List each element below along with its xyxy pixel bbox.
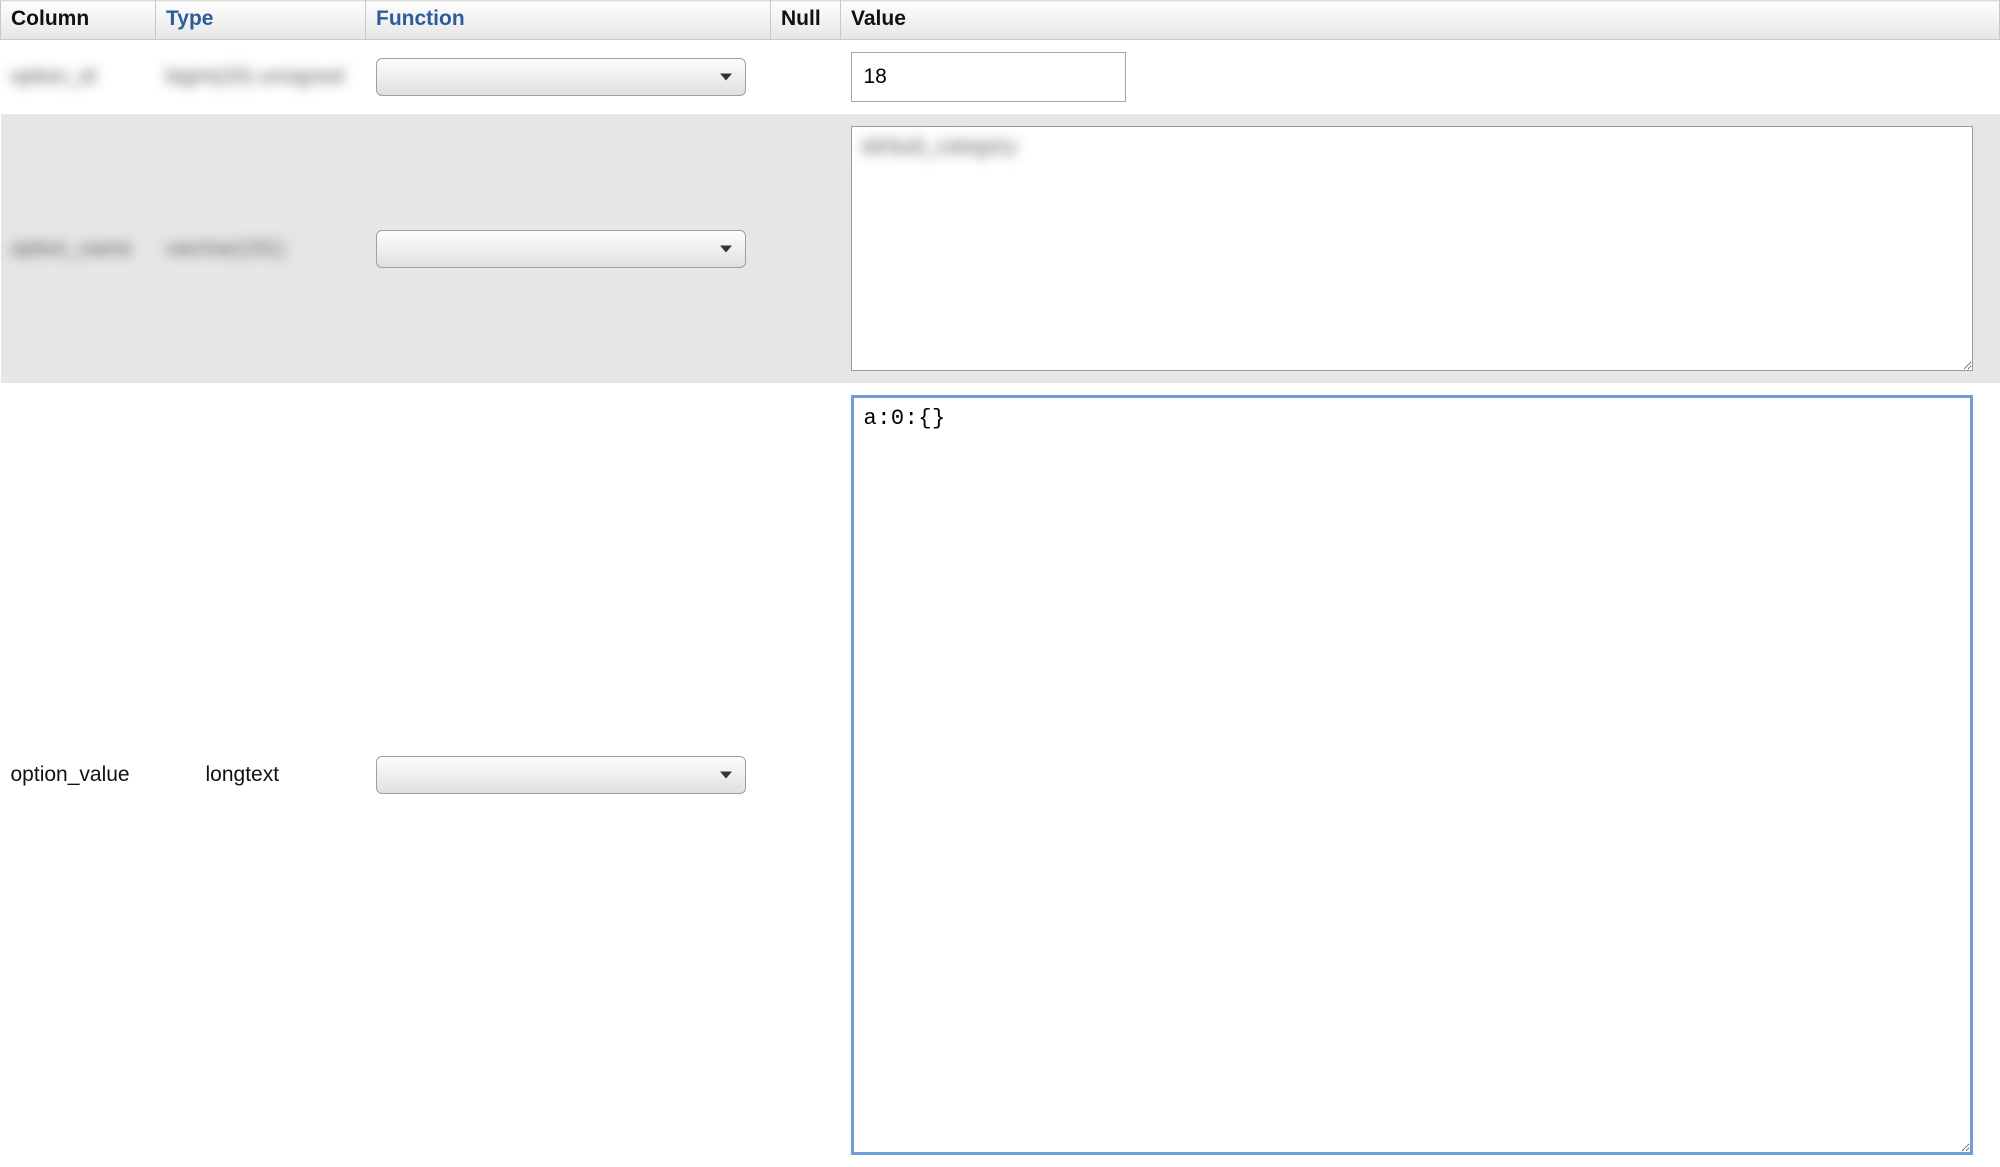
function-select-wrap	[376, 58, 746, 96]
header-function-link[interactable]: Function	[376, 7, 465, 30]
header-row: Column Type Function Null Value	[1, 1, 2000, 40]
column-name: option_id	[11, 65, 96, 88]
function-select[interactable]	[376, 756, 746, 794]
header-column: Column	[1, 1, 156, 40]
column-type: longtext	[166, 763, 280, 787]
function-select-wrap	[376, 756, 746, 794]
value-input[interactable]	[851, 52, 1126, 102]
function-select[interactable]	[376, 58, 746, 96]
null-cell	[771, 383, 841, 1167]
table-row: option_value longtext	[1, 383, 2000, 1167]
column-type: bigint(20) unsigned	[166, 65, 345, 88]
function-select[interactable]	[376, 230, 746, 268]
header-value: Value	[841, 1, 2000, 40]
header-null: Null	[771, 1, 841, 40]
value-textarea[interactable]: <span></span>	[851, 126, 1973, 371]
edit-table: Column Type Function Null Value option_i…	[0, 0, 2000, 1167]
column-name: option_name	[11, 237, 132, 260]
function-select-wrap	[376, 230, 746, 268]
table-row: option_id bigint(20) unsigned	[1, 40, 2000, 115]
header-type[interactable]: Type	[156, 1, 366, 40]
header-function[interactable]: Function	[366, 1, 771, 40]
value-textarea[interactable]	[851, 395, 1973, 1155]
column-name: option_value	[11, 763, 130, 786]
header-type-link[interactable]: Type	[166, 7, 213, 30]
table-row: option_name varchar(191) <span></span>	[1, 114, 2000, 383]
null-cell	[771, 40, 841, 115]
column-type: varchar(191)	[166, 237, 285, 260]
null-cell	[771, 114, 841, 383]
